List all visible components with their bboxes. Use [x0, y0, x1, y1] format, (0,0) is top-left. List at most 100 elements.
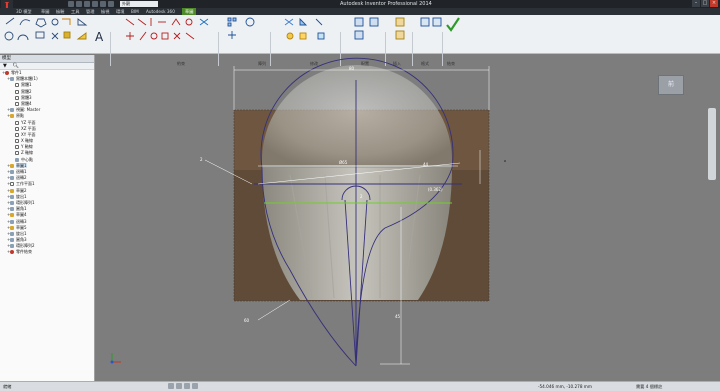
constraints-icon[interactable] — [192, 383, 198, 389]
browser-item-label: XZ 平面 — [21, 125, 36, 131]
fix-icon — [161, 32, 169, 40]
axis-icon — [15, 139, 19, 144]
browser-item-label: XY 平面 — [21, 131, 36, 137]
solid-icon — [10, 77, 14, 82]
plane-icon — [15, 132, 19, 137]
box-icon — [15, 101, 19, 106]
browser-item-label: 零件結束 — [16, 249, 32, 255]
sketch-icon — [10, 163, 14, 168]
window-controls: – □ × — [692, 0, 718, 7]
symmetric-icon — [173, 32, 181, 40]
window-title: Autodesk Inventor Professional 2014 — [340, 1, 432, 7]
insert-acad-icon — [76, 32, 87, 40]
browser-item-label: X 軸線 — [21, 138, 34, 144]
tab-sketch-active[interactable]: 草圖 — [182, 8, 197, 15]
title-bar: 外觀 Autodesk Inventor Professional 2014 –… — [0, 0, 720, 8]
sketch-icon — [10, 225, 14, 230]
finish-sketch-icon — [446, 17, 460, 32]
plane-icon — [15, 120, 19, 125]
minimize-button[interactable]: – — [692, 0, 700, 7]
browser-item-label: 迴轉2 — [16, 175, 27, 181]
concentric-icon — [150, 32, 158, 40]
plane-icon — [10, 182, 14, 187]
dim-0362: (0.362) — [428, 187, 443, 192]
browser-item[interactable]: + 零件結束 — [0, 249, 94, 255]
centerline-icon — [432, 17, 442, 27]
snap-icon[interactable] — [176, 383, 182, 389]
redo-icon[interactable] — [100, 1, 106, 7]
collinear-icon — [137, 18, 147, 26]
extrude-icon — [10, 194, 14, 199]
offset-icon — [317, 32, 325, 40]
extrude-icon — [10, 231, 14, 236]
quick-access-toolbar — [68, 1, 114, 7]
rotate-icon — [286, 32, 294, 40]
tab-inspect[interactable]: 檢驗 — [53, 8, 67, 15]
plane-icon — [15, 126, 19, 131]
browser-item-label: 原點 — [16, 113, 24, 119]
dof-icon[interactable] — [184, 383, 190, 389]
show-constraints-icon — [199, 18, 209, 26]
filter-icon[interactable]: ▼ — [3, 63, 7, 69]
fillet-icon — [51, 18, 59, 26]
revolve-icon — [10, 170, 14, 174]
navigation-bar[interactable] — [708, 108, 716, 180]
tab-tools[interactable]: 工具 — [68, 8, 82, 15]
spline-icon — [19, 19, 31, 26]
rect-pattern-icon — [227, 17, 232, 22]
coincident-icon — [125, 18, 135, 26]
save-icon[interactable] — [84, 1, 90, 7]
browser-item-label: 圓角3 — [16, 237, 27, 243]
new-icon[interactable] — [68, 1, 74, 7]
insert-image-icon — [63, 31, 71, 39]
tab-manage[interactable]: 管理 — [83, 8, 97, 15]
maximize-button[interactable]: □ — [701, 0, 709, 7]
tab-bim[interactable]: BIM — [128, 8, 142, 15]
slot-icon — [77, 18, 88, 26]
equal-icon — [185, 32, 195, 40]
tab-view[interactable]: 檢視 — [98, 8, 112, 15]
sketch-icon — [10, 188, 14, 193]
browser-item-label: 旋出1 — [16, 230, 27, 236]
dim-left: 2 — [200, 157, 203, 162]
dim-bottom: 60 — [244, 318, 250, 323]
select-icon[interactable] — [108, 1, 114, 7]
project-geometry-icon — [62, 18, 71, 25]
browser-item-label: 圓角1 — [16, 206, 27, 212]
find-icon[interactable]: 🔍︎ — [12, 63, 18, 69]
browser-tree: + 零件1 + 實體本體(1) 實體1 實體2 實體3 實體4 + 視圖: Master + 原點 YZ… — [0, 70, 94, 256]
browser-header[interactable]: 模型 — [0, 55, 94, 63]
tab-autodesk-360[interactable]: Autodesk 360 — [143, 8, 178, 15]
model-browser: 模型 ▼ 🔍︎ + 零件1 + 實體本體(1) 實體1 實體2 實體3 實體4 + 視圖: Mas… — [0, 55, 95, 381]
browser-item-label: 迴轉1 — [16, 169, 27, 174]
revolve-icon — [10, 219, 14, 224]
cursor-point — [504, 160, 506, 162]
browser-item-label: 草圖4 — [16, 212, 27, 218]
browser-item-label: 草圖1 — [16, 162, 27, 168]
dim-overall-width: 80 — [349, 66, 355, 71]
tab-sketch[interactable]: 草圖 — [38, 8, 52, 15]
open-icon[interactable] — [76, 1, 82, 7]
close-button[interactable]: × — [710, 0, 718, 7]
browser-item-label: 中心點 — [21, 156, 33, 162]
axis-icon — [15, 145, 19, 150]
browser-item-label: 實體本體(1) — [16, 76, 38, 82]
undo-icon[interactable] — [92, 1, 98, 7]
box-icon — [15, 89, 19, 94]
appearance-dropdown[interactable]: 外觀 — [120, 1, 158, 7]
tab-3d-model[interactable]: 3D 模型 — [13, 8, 35, 15]
trim-icon — [299, 17, 308, 26]
ribbon-tab-row: 3D 模型 草圖 檢驗 工具 管理 檢視 環境 BIM Autodesk 360… — [0, 8, 720, 15]
circle-icon — [4, 31, 14, 41]
browser-item-label: 工作平面1 — [16, 181, 35, 187]
ribbon: A 約束 陣列 修改 配置 插入 格式 結束 — [0, 15, 720, 66]
viewcube[interactable]: 前 — [658, 75, 684, 95]
tab-environments[interactable]: 環境 — [113, 8, 127, 15]
graphics-window[interactable]: 80 Ø65 44 (0.362) 2 60 45 2 — [95, 55, 720, 381]
browser-item-label: YZ 平面 — [21, 119, 36, 125]
browser-item-label: 實體2 — [21, 88, 32, 94]
coordinate-triad — [110, 353, 121, 364]
box-icon — [15, 95, 19, 100]
move-icon — [284, 18, 294, 26]
grid-icon[interactable] — [168, 383, 174, 389]
